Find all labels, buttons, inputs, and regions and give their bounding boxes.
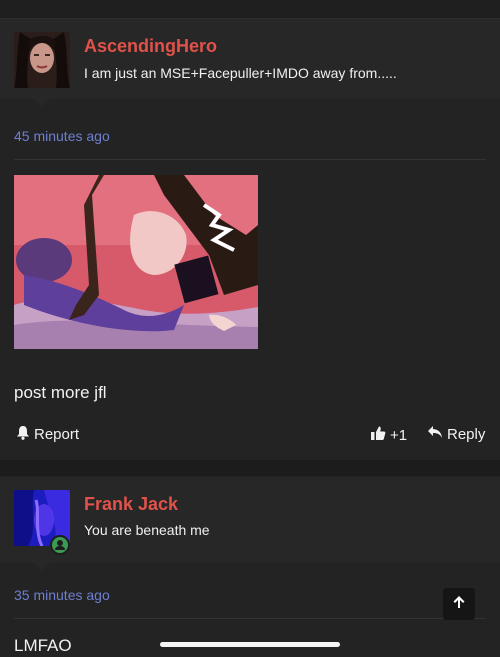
post-image[interactable] [14,175,258,349]
username[interactable]: Frank Jack [84,494,178,515]
scroll-to-top-button[interactable] [443,588,475,620]
timestamp: 35 minutes ago [14,587,110,603]
like-button[interactable]: +1 [370,425,407,445]
timestamp: 45 minutes ago [14,128,110,144]
previous-post-bottom [0,0,500,19]
arrow-up-icon [452,595,466,614]
separator [14,618,486,619]
report-button[interactable]: Report [16,425,79,444]
comment-divider [0,460,500,476]
home-indicator [160,642,340,647]
bell-icon [16,425,30,444]
reply-arrow-icon [427,425,443,443]
header-notch [34,99,50,107]
user-signature: You are beneath me [84,522,210,538]
comment-body: LMFAO [14,636,72,655]
avatar[interactable] [14,32,70,88]
thumbs-up-icon [370,425,386,445]
username[interactable]: AscendingHero [84,36,217,57]
reply-button[interactable]: Reply [427,425,485,443]
comment-header: AscendingHero I am just an MSE+Facepulle… [0,19,500,99]
separator [14,159,486,160]
reply-label: Reply [447,425,486,443]
user-status-icon [50,535,70,555]
like-count: +1 [390,426,408,444]
user-signature: I am just an MSE+Facepuller+IMDO away fr… [84,65,397,81]
header-notch [34,563,50,571]
report-label: Report [34,426,80,443]
comment-header: Frank Jack You are beneath me [0,477,500,563]
comment-body: post more jfl [14,383,107,402]
